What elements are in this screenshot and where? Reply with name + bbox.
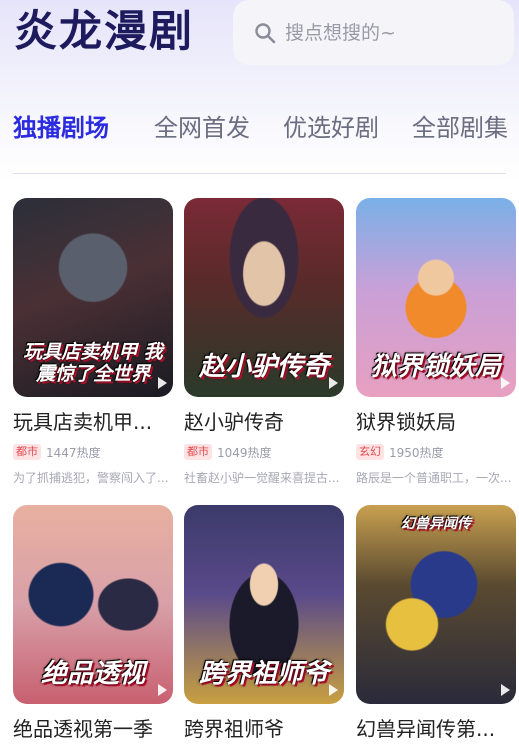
genre-badge: 都市 [13, 444, 41, 460]
genre-badge: 都市 [184, 444, 212, 460]
drama-card[interactable]: 绝品透视 绝品透视第一季 [13, 505, 173, 742]
play-icon [158, 377, 167, 389]
play-icon [329, 684, 338, 696]
drama-meta: 玄幻 1950热度 [356, 443, 516, 461]
drama-card[interactable]: 狱界锁妖局 狱界锁妖局 玄幻 1950热度 路辰是一个普通职工，一次... [356, 198, 516, 486]
drama-poster[interactable]: 狱界锁妖局 [356, 198, 516, 397]
drama-card[interactable]: 跨界祖师爷 跨界祖师爷 [184, 505, 344, 742]
drama-card[interactable]: 幻兽异闻传 幻兽异闻传第... [356, 505, 516, 742]
tab-all[interactable]: 全部剧集 [412, 108, 508, 143]
tab-featured[interactable]: 优选好剧 [283, 108, 379, 143]
poster-title: 幻兽异闻传 [401, 516, 471, 532]
tab-exclusive[interactable]: 独播剧场 [13, 108, 109, 143]
genre-badge: 玄幻 [356, 444, 384, 460]
drama-poster[interactable]: 赵小驴传奇 [184, 198, 344, 397]
drama-description: 社畜赵小驴一觉醒来喜提古... [184, 471, 340, 485]
poster-title: 狱界锁妖局 [370, 352, 501, 382]
drama-poster[interactable]: 跨界祖师爷 [184, 505, 344, 704]
search-input[interactable] [283, 16, 507, 50]
drama-title: 玩具店卖机甲... [13, 410, 153, 434]
search-box[interactable] [233, 0, 514, 65]
play-icon [158, 684, 167, 696]
poster-title: 绝品透视 [40, 659, 145, 689]
play-icon [329, 377, 338, 389]
play-icon [501, 377, 510, 389]
drama-title: 赵小驴传奇 [184, 410, 284, 434]
drama-description: 路辰是一个普通职工，一次... [356, 471, 512, 485]
tab-premiere[interactable]: 全网首发 [154, 108, 250, 143]
heat-count: 1049热度 [217, 445, 272, 460]
poster-title: 玩具店卖机甲 我震惊了全世界 [23, 341, 163, 385]
drama-title: 绝品透视第一季 [13, 717, 153, 741]
drama-description: 为了抓捕逃犯，警察闯入了... [13, 471, 169, 485]
heat-count: 1447热度 [46, 445, 101, 460]
search-icon [255, 23, 276, 44]
drama-poster[interactable]: 玩具店卖机甲 我震惊了全世界 [13, 198, 173, 397]
category-tabs: 独播剧场 全网首发 优选好剧 全部剧集 [0, 98, 519, 148]
drama-poster[interactable]: 幻兽异闻传 [356, 505, 516, 704]
drama-title: 幻兽异闻传第... [356, 717, 496, 741]
drama-meta: 都市 1447热度 [13, 443, 173, 461]
top-bar: 炎龙漫剧 [0, 0, 519, 70]
drama-card[interactable]: 赵小驴传奇 赵小驴传奇 都市 1049热度 社畜赵小驴一觉醒来喜提古... [184, 198, 344, 486]
drama-meta: 都市 1049热度 [184, 443, 344, 461]
app-logo: 炎龙漫剧 [14, 7, 194, 57]
heat-count: 1950热度 [389, 445, 444, 460]
poster-title: 跨界祖师爷 [198, 659, 329, 689]
drama-title: 跨界祖师爷 [184, 717, 284, 741]
drama-title: 狱界锁妖局 [356, 410, 456, 434]
play-icon [501, 684, 510, 696]
drama-poster[interactable]: 绝品透视 [13, 505, 173, 704]
poster-title: 赵小驴传奇 [198, 352, 329, 382]
tab-divider [13, 173, 506, 174]
drama-card[interactable]: 玩具店卖机甲 我震惊了全世界 玩具店卖机甲... 都市 1447热度 为了抓捕逃… [13, 198, 173, 486]
